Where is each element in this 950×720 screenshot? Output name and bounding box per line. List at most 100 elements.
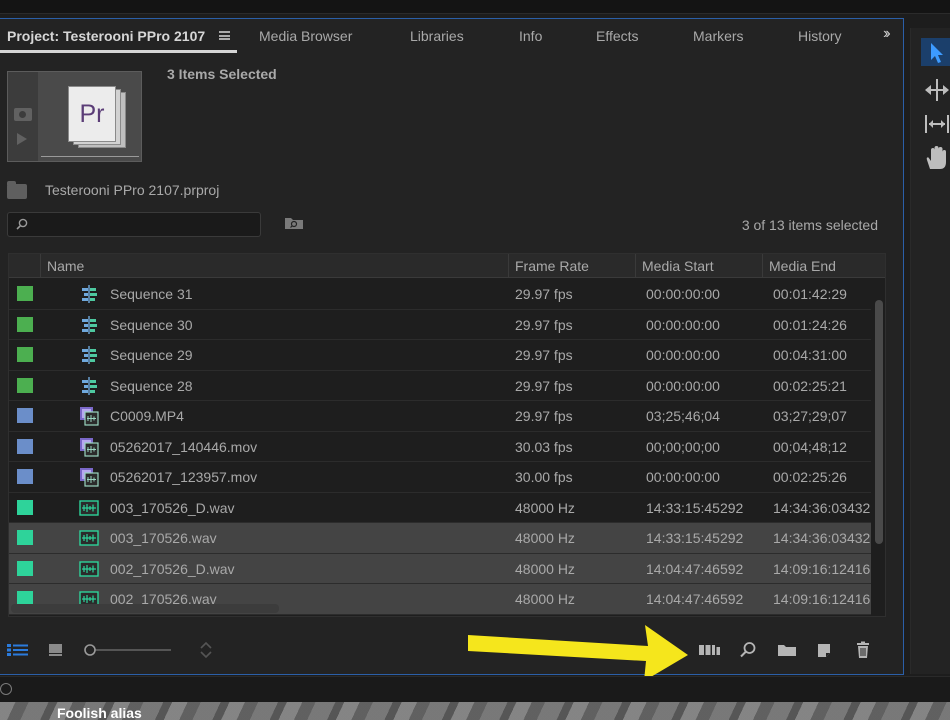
table-row[interactable]: Sequence 29 29.97 fps 00:00:00:00 00:04:31:… <box>9 340 871 371</box>
tab-libraries[interactable]: Libraries <box>410 19 464 54</box>
cell-frame-rate: 29.97 fps <box>515 316 573 333</box>
clear-icon[interactable] <box>854 641 872 659</box>
cell-frame-rate: 29.97 fps <box>515 408 573 424</box>
cell-name[interactable]: 003_170526.wav <box>110 523 505 553</box>
table-row[interactable]: Sequence 28 29.97 fps 00:00:00:00 00:02:25:… <box>9 370 871 401</box>
cell-media-start: 14:04:47:46592 <box>646 560 744 577</box>
cell-media-start: 00:00:00:00 <box>646 316 720 333</box>
horizontal-scrollbar[interactable] <box>11 604 279 613</box>
video-clip-icon <box>79 467 99 487</box>
tools-panel <box>910 28 950 674</box>
sequence-icon <box>79 284 99 304</box>
column-header-name[interactable]: Name <box>40 254 510 278</box>
preview-thumbnail: Pr <box>7 71 142 162</box>
cell-frame-rate: 29.97 fps <box>515 347 573 363</box>
tab-project[interactable]: Project: Testerooni PPro 2107 <box>7 19 205 54</box>
label-color-swatch[interactable] <box>17 316 33 332</box>
cell-name[interactable]: 05262017_140446.mov <box>110 432 505 462</box>
cell-media-end: 00:01:42:29 <box>773 286 847 302</box>
panel-menu-icon[interactable] <box>219 31 230 40</box>
cell-media-end: 00;04;48;12 <box>773 438 847 455</box>
table-row[interactable]: 003_170526_D.wav 48000 Hz 14:33:15:45292 14… <box>9 492 871 523</box>
label-color-swatch[interactable] <box>17 377 33 393</box>
table-header: Name Frame Rate Media Start Media End <box>9 254 885 278</box>
hand-tool-icon[interactable] <box>919 144 950 172</box>
new-search-bin-icon[interactable] <box>284 215 304 230</box>
cell-name[interactable]: 002_170526_D.wav <box>110 554 505 584</box>
new-bin-icon[interactable] <box>777 643 797 657</box>
tab-markers[interactable]: Markers <box>693 19 744 54</box>
cell-frame-rate: 30.00 fps <box>515 469 573 485</box>
cell-name[interactable]: C0009.MP4 <box>110 401 505 431</box>
cell-name[interactable]: Sequence 28 <box>110 371 505 401</box>
play-icon[interactable] <box>17 133 27 145</box>
project-folder-icon[interactable] <box>7 181 27 199</box>
tab-info[interactable]: Info <box>519 19 542 54</box>
poster-frame-icon[interactable] <box>14 108 32 121</box>
cell-name[interactable]: 003_170526_D.wav <box>110 493 505 523</box>
background-image-strip: Foolish alias <box>0 702 950 720</box>
ripple-edit-tool-icon[interactable] <box>919 76 950 104</box>
selection-title: 3 Items Selected <box>167 66 277 82</box>
label-color-swatch[interactable] <box>17 408 33 423</box>
cell-name[interactable]: Sequence 29 <box>110 340 505 370</box>
table-row[interactable]: 003_170526.wav 48000 Hz 14:33:15:45292 14:3… <box>9 523 871 554</box>
label-color-swatch[interactable] <box>17 438 33 454</box>
table-row[interactable]: 002_170526_D.wav 48000 Hz 14:04:47:46592 14… <box>9 553 871 584</box>
slip-tool-icon[interactable] <box>919 110 950 138</box>
cell-media-start: 14:04:47:46592 <box>646 591 744 607</box>
selection-tool-icon[interactable] <box>919 38 950 66</box>
sequence-icon <box>79 315 99 335</box>
find-icon[interactable] <box>739 641 757 659</box>
active-tab-indicator <box>0 50 237 53</box>
tab-overflow-icon[interactable]: ›› <box>883 25 890 43</box>
column-header-frame-rate[interactable]: Frame Rate <box>508 254 636 278</box>
vertical-scrollbar[interactable] <box>875 300 883 544</box>
cell-media-end: 00:04:31:00 <box>773 347 847 363</box>
tab-history[interactable]: History <box>798 19 842 54</box>
column-header-media-start[interactable]: Media Start <box>635 254 763 278</box>
zoom-slider[interactable] <box>83 643 173 657</box>
label-color-swatch[interactable] <box>17 530 33 545</box>
label-color-swatch[interactable] <box>17 347 33 362</box>
cell-name[interactable]: Sequence 30 <box>110 310 505 340</box>
video-clip-icon <box>79 437 99 457</box>
table-row[interactable]: 05262017_123957.mov 30.00 fps 00:00:00:00 0… <box>9 462 871 493</box>
table-row[interactable]: Sequence 30 29.97 fps 00:00:00:00 00:01:24:… <box>9 309 871 340</box>
sort-icons-icon[interactable] <box>199 641 213 659</box>
cell-media-end: 00:02:25:21 <box>773 377 847 394</box>
column-header-media-end[interactable]: Media End <box>762 254 885 278</box>
search-icon <box>16 218 28 230</box>
cell-frame-rate: 30.03 fps <box>515 438 573 455</box>
cell-name[interactable]: 05262017_123957.mov <box>110 462 505 492</box>
label-color-swatch[interactable] <box>17 560 33 576</box>
search-field[interactable] <box>7 212 261 237</box>
cell-frame-rate: 29.97 fps <box>515 286 573 302</box>
cell-media-start: 00:00:00:00 <box>646 469 720 485</box>
cell-media-end: 00:01:24:26 <box>773 316 847 333</box>
cell-media-start: 00:00:00:00 <box>646 347 720 363</box>
label-color-swatch[interactable] <box>17 499 33 515</box>
tab-media-browser[interactable]: Media Browser <box>259 19 352 54</box>
cell-media-start: 14:33:15:45292 <box>646 530 744 546</box>
tab-effects[interactable]: Effects <box>596 19 639 54</box>
cell-media-start: 00;00;00;00 <box>646 438 720 455</box>
icon-view-icon[interactable] <box>48 643 64 657</box>
table-row[interactable]: 05262017_140446.mov 30.03 fps 00;00;00;00 0… <box>9 431 871 462</box>
table-rows: Sequence 31 29.97 fps 00:00:00:00 00:01:42:… <box>9 279 871 615</box>
status-indicator-icon[interactable] <box>0 683 12 695</box>
label-color-swatch[interactable] <box>17 286 33 301</box>
cell-media-start: 00:00:00:00 <box>646 286 720 302</box>
cell-name[interactable]: Sequence 31 <box>110 279 505 309</box>
table-row[interactable]: Sequence 31 29.97 fps 00:00:00:00 00:01:42:… <box>9 279 871 310</box>
new-item-icon[interactable] <box>815 641 833 659</box>
premiere-file-icon: Pr <box>68 86 116 142</box>
cell-media-start: 03;25;46;04 <box>646 408 720 424</box>
cell-frame-rate: 29.97 fps <box>515 377 573 394</box>
audio-clip-icon <box>79 498 99 518</box>
list-view-icon[interactable] <box>7 643 29 657</box>
cell-media-end: 14:34:36:03432 <box>773 530 871 546</box>
table-row[interactable]: C0009.MP4 29.97 fps 03;25;46;04 03;27;29;07 <box>9 401 871 432</box>
automate-to-sequence-icon[interactable] <box>699 643 721 657</box>
label-color-swatch[interactable] <box>17 469 33 484</box>
